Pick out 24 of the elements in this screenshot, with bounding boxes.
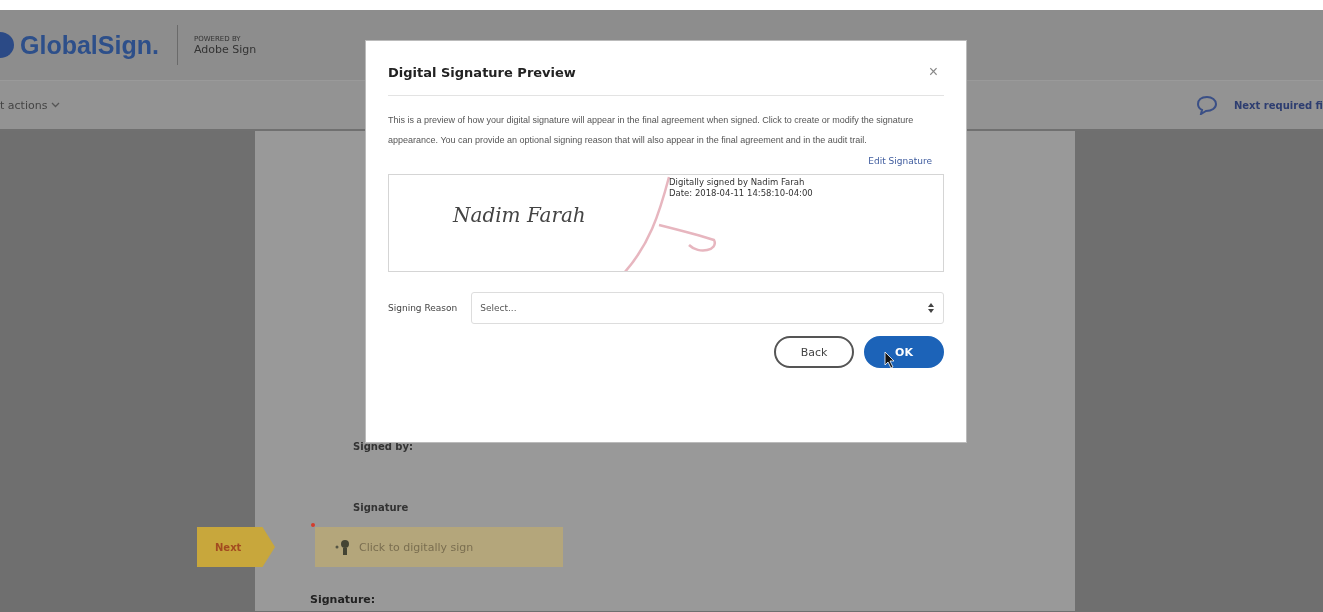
back-button[interactable]: Back [774,336,854,368]
pointer-icon [884,351,896,369]
logo-icon [0,30,14,60]
signature-label: Signature [353,502,410,513]
comment-icon[interactable] [1195,95,1218,115]
chevron-icon [51,102,61,108]
description: This is a preview of how your digital signature will appear in the final agreement when signed. Click to create or modify the signature appearance. You can provide an optional signing reason that will also appear in the final agreement and in the audit trail. [388,114,915,147]
partner-name: Adobe Sign [193,42,257,56]
ok-button[interactable]: OK [864,336,944,368]
stepper-icon [927,302,935,314]
actions-menu[interactable]: t actions [0,98,61,112]
close-button[interactable]: × [922,63,944,81]
signature-detail: Digitally signed by Nadim Farah [669,177,806,188]
dialog-title: Digital Signature Preview [388,64,576,80]
edit-signature-link[interactable]: Edit Signature [868,156,944,166]
logo: GlobalSign. [20,30,159,60]
next-required-link[interactable]: Next required fi [1233,99,1323,111]
signature-preview[interactable]: Nadim Farah Digitally signed by Nadim Farah Date: 2018-04-11 14:58:10-04:00 [388,174,944,272]
signature-detail: Date: 2018-04-11 14:58:10-04:00 [669,188,813,199]
signature-label: Signature: [310,593,377,606]
signing-reason-label: Signing Reason [388,303,458,313]
signed-by-label: Signed by: [353,441,414,452]
signature-name: Nadim Farah [453,203,586,227]
signing-reason-select[interactable]: Select... [471,292,944,324]
